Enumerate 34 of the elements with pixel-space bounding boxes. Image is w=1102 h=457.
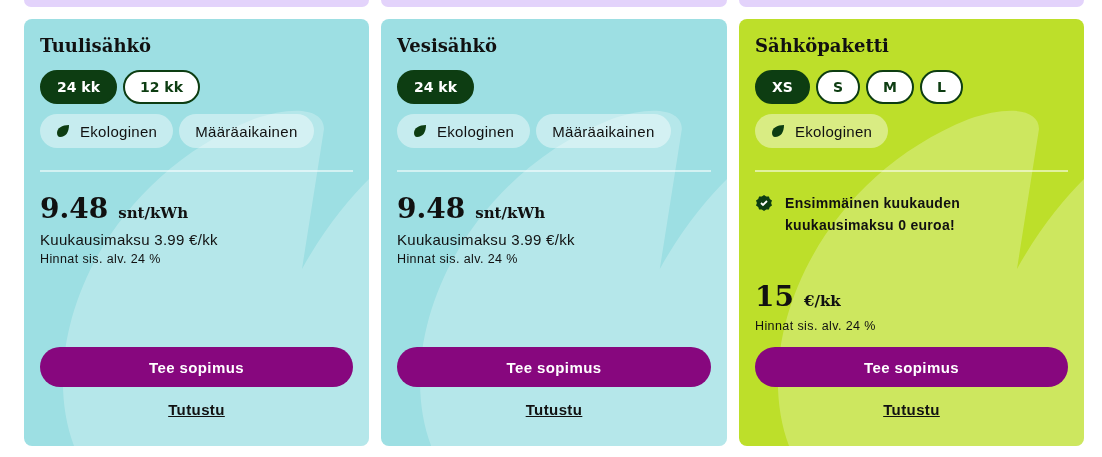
option-button[interactable]: XS <box>755 70 810 104</box>
contract-button[interactable]: Tee sopimus <box>397 347 711 387</box>
feature-tag: Määräaikainen <box>536 114 671 148</box>
option-button[interactable]: 12 kk <box>123 70 200 104</box>
offer-note: Ensimmäinen kuukauden kuukausimaksu 0 euroa! <box>785 194 962 235</box>
vat-note: Hinnat sis. alv. 24 % <box>397 252 519 266</box>
card-title: Sähköpaketti <box>755 35 890 56</box>
vat-note: Hinnat sis. alv. 24 % <box>40 252 162 266</box>
feature-tag: Ekologinen <box>397 114 531 148</box>
price: 15 <box>755 280 794 313</box>
check-badge-icon <box>755 194 773 212</box>
price-unit: snt/kWh <box>118 204 189 222</box>
option-button[interactable]: L <box>919 70 963 104</box>
price: 9.48 <box>397 192 466 225</box>
option-button[interactable]: S <box>815 70 860 104</box>
learn-more-link[interactable]: Tutustu <box>883 401 940 418</box>
feature-tag: Määräaikainen <box>179 114 314 148</box>
learn-more-link[interactable]: Tutustu <box>525 401 583 418</box>
feature-tag: Ekologinen <box>40 114 174 148</box>
option-button[interactable]: 24 kk <box>40 70 117 104</box>
price: 9.48 <box>40 192 109 225</box>
card-title: Vesisähkö <box>397 35 499 56</box>
monthly-fee: Kuukausimaksu 3.99 €/kk <box>397 231 576 248</box>
contract-button[interactable]: Tee sopimus <box>40 347 353 387</box>
option-button[interactable]: M <box>866 70 914 104</box>
learn-more-link[interactable]: Tutustu <box>168 401 225 418</box>
price-unit: €/kk <box>803 292 841 310</box>
price-unit: snt/kWh <box>475 204 546 222</box>
contract-button[interactable]: Tee sopimus <box>755 347 1068 387</box>
card-title: Tuulisähkö <box>40 35 152 56</box>
vat-note: Hinnat sis. alv. 24 % <box>755 319 877 333</box>
option-button[interactable]: 24 kk <box>397 70 474 104</box>
monthly-fee: Kuukausimaksu 3.99 €/kk <box>40 231 219 248</box>
feature-tag: Ekologinen <box>755 114 889 148</box>
